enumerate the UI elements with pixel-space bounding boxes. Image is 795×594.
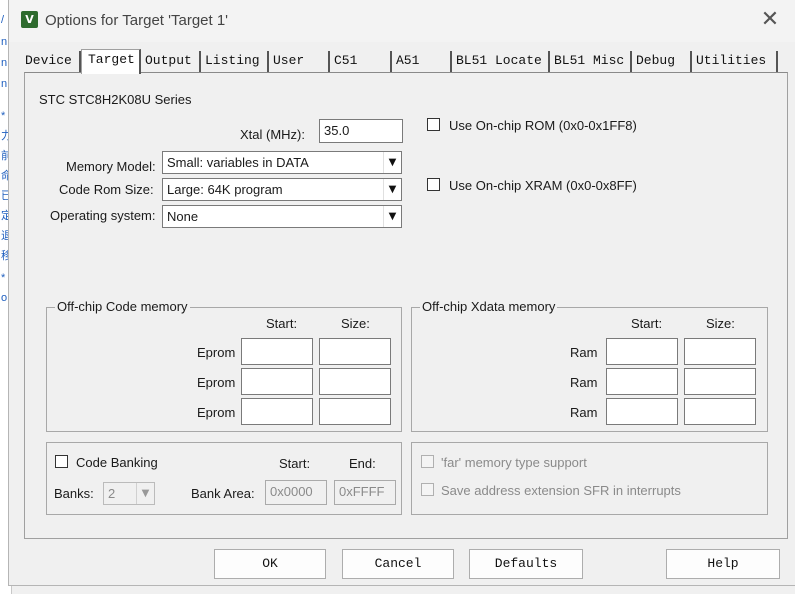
options-dialog: V Options for Target 'Target 1' ✕ Device… [8, 0, 795, 586]
banks-value: 2 [108, 486, 116, 501]
xtal-input[interactable]: 35.0 [319, 119, 403, 143]
offchip-code-title: Off-chip Code memory [55, 299, 190, 314]
tab-output[interactable]: Output [141, 51, 201, 73]
use-onchip-xram-checkbox[interactable] [427, 178, 440, 191]
eprom-label: Eprom [197, 345, 236, 360]
offchip-xdata-size-header: Size: [706, 316, 735, 331]
ram-label: Ram [570, 345, 598, 360]
window-title: Options for Target 'Target 1' [45, 12, 229, 29]
memory-model-label: Memory Model: [66, 159, 156, 174]
title-bar: V Options for Target 'Target 1' ✕ [9, 0, 795, 42]
use-onchip-rom-checkbox[interactable] [427, 118, 440, 131]
memory-model-select[interactable]: Small: variables in DATA ▼ [162, 151, 402, 174]
code-banking-checkbox[interactable] [55, 455, 68, 468]
eprom-label: Eprom [197, 375, 236, 390]
chevron-down-icon: ▼ [383, 152, 401, 173]
ram-start-input[interactable] [606, 368, 678, 395]
eprom-start-input[interactable] [241, 398, 313, 425]
eprom-size-input[interactable] [319, 398, 391, 425]
offchip-code-size-header: Size: [341, 316, 370, 331]
chevron-down-icon: ▼ [383, 206, 401, 227]
ram-label: Ram [570, 375, 598, 390]
bank-end-header: End: [349, 456, 376, 471]
use-onchip-xram-label: Use On-chip XRAM (0x0-0x8FF) [449, 178, 637, 193]
defaults-button[interactable]: Defaults [469, 549, 583, 579]
chevron-down-icon: ▼ [136, 483, 154, 504]
bg-fragment: / [1, 14, 5, 26]
code-rom-size-value: Large: 64K program [167, 182, 283, 197]
keil-app-icon: V [21, 11, 38, 28]
tab-c51[interactable]: C51 [330, 51, 392, 73]
code-banking-group: Code Banking Start: End: Banks: 2 ▼ Bank… [46, 442, 402, 515]
tab-bl51-misc[interactable]: BL51 Misc [550, 51, 632, 73]
tab-a51[interactable]: A51 [392, 51, 452, 73]
offchip-code-start-header: Start: [266, 316, 298, 331]
bank-area-label: Bank Area: [191, 486, 255, 501]
chevron-down-icon: ▼ [383, 179, 401, 200]
save-address-checkbox[interactable] [421, 483, 434, 496]
memory-model-value: Small: variables in DATA [167, 155, 309, 170]
tab-debug[interactable]: Debug [632, 51, 692, 73]
bg-fragment: o [1, 292, 8, 304]
tab-device[interactable]: Device [21, 51, 81, 73]
ram-size-input[interactable] [684, 368, 756, 395]
memory-options-group: 'far' memory type support Save address e… [411, 442, 768, 515]
ok-button[interactable]: OK [214, 549, 326, 579]
bank-area-end-input[interactable]: 0xFFFF [334, 480, 396, 505]
tab-user[interactable]: User [269, 51, 330, 73]
eprom-size-input[interactable] [319, 338, 391, 365]
tab-utilities[interactable]: Utilities [692, 51, 778, 73]
bg-fragment: * [1, 110, 6, 122]
bank-start-header: Start: [279, 456, 311, 471]
xtal-label: Xtal (MHz): [240, 127, 305, 142]
tab-target[interactable]: Target [81, 49, 141, 74]
operating-system-label: Operating system: [50, 208, 156, 223]
far-memory-label: 'far' memory type support [441, 455, 587, 470]
offchip-xdata-start-header: Start: [631, 316, 663, 331]
eprom-start-input[interactable] [241, 338, 313, 365]
operating-system-select[interactable]: None ▼ [162, 205, 402, 228]
banks-label: Banks: [54, 486, 94, 501]
code-rom-size-label: Code Rom Size: [59, 182, 154, 197]
offchip-xdata-title: Off-chip Xdata memory [420, 299, 558, 314]
ram-label: Ram [570, 405, 598, 420]
far-memory-checkbox[interactable] [421, 455, 434, 468]
offchip-xdata-group: Off-chip Xdata memory Start: Size: Ram R… [411, 299, 768, 432]
bg-fragment: * [1, 272, 6, 284]
help-button[interactable]: Help [666, 549, 780, 579]
ram-size-input[interactable] [684, 338, 756, 365]
code-rom-size-select[interactable]: Large: 64K program ▼ [162, 178, 402, 201]
bg-fragment: n [1, 36, 8, 48]
operating-system-value: None [167, 209, 199, 224]
tab-listing[interactable]: Listing [201, 51, 269, 73]
use-onchip-rom-label: Use On-chip ROM (0x0-0x1FF8) [449, 118, 637, 133]
ram-start-input[interactable] [606, 398, 678, 425]
device-series-label: STC STC8H2K08U Series [39, 92, 192, 107]
eprom-size-input[interactable] [319, 368, 391, 395]
bg-fragment: n [1, 57, 8, 69]
save-address-label: Save address extension SFR in interrupts [441, 483, 681, 498]
banks-select[interactable]: 2 ▼ [103, 482, 155, 505]
ram-start-input[interactable] [606, 338, 678, 365]
eprom-label: Eprom [197, 405, 236, 420]
close-icon[interactable]: ✕ [757, 8, 783, 34]
eprom-start-input[interactable] [241, 368, 313, 395]
tab-bl51-locate[interactable]: BL51 Locate [452, 51, 550, 73]
offchip-code-group: Off-chip Code memory Start: Size: Eprom … [46, 299, 402, 432]
bank-area-start-input[interactable]: 0x0000 [265, 480, 327, 505]
ram-size-input[interactable] [684, 398, 756, 425]
target-panel: STC STC8H2K08U Series Xtal (MHz): 35.0 U… [24, 72, 788, 539]
bg-fragment: n [1, 78, 8, 90]
code-banking-label: Code Banking [76, 455, 158, 470]
cancel-button[interactable]: Cancel [342, 549, 454, 579]
